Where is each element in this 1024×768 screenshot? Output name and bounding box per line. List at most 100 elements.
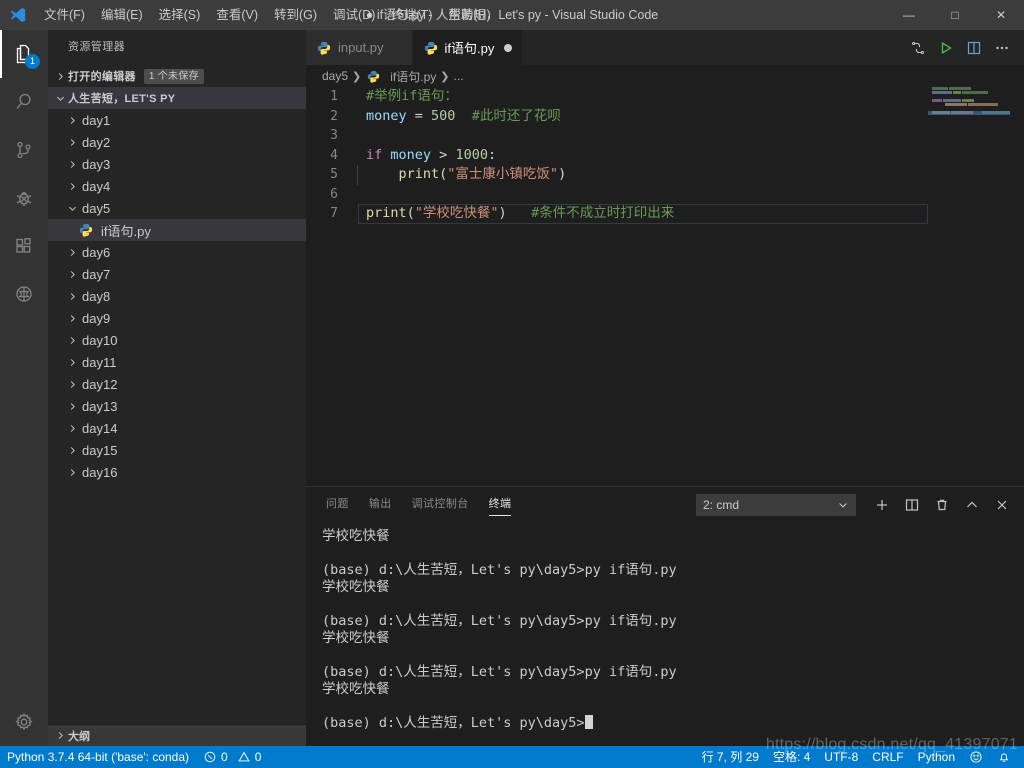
minimap[interactable] [928,87,1010,486]
tree-folder-row[interactable]: day14 [48,417,306,439]
breadcrumb-item-file[interactable]: if语句.py [365,68,436,85]
status-problems[interactable]: 0 0 [196,746,268,768]
kill-terminal-icon[interactable] [928,491,956,519]
tree-folder-row[interactable]: day9 [48,307,306,329]
code-line[interactable]: 4 if money > 1000: [306,146,1024,166]
run-play-icon[interactable] [932,30,960,65]
tree-folder-row[interactable]: day1 [48,109,306,131]
tree-folder-row[interactable]: day11 [48,351,306,373]
maximize-button[interactable]: □ [932,0,978,30]
terminal-selector[interactable]: 2: cmd [696,493,856,516]
terminal-output[interactable]: 学校吃快餐 (base) d:\人生苦短，Let's py\day5>py if语… [306,522,1024,746]
tabs-filler [523,30,904,65]
chevron-right-icon [64,398,80,414]
chevron-right-icon [64,288,80,304]
menu-goto[interactable]: 转到(G) [266,0,325,30]
menu-debug[interactable]: 调试(D) [325,0,383,30]
status-language-mode[interactable]: Python [911,746,962,768]
section-workspace[interactable]: 人生苦短，LET'S PY [48,87,306,109]
activity-item-source-control[interactable] [0,126,48,174]
explorer-tree-container[interactable]: 打开的编辑器 1 个未保存 人生苦短，LET'S PY day1 day2 day3… [48,65,306,724]
code-editor[interactable]: 1 #举例if语句： 2 money = 500 #此时还了花呗 3 4 if money … [306,87,1024,486]
tree-file-row[interactable]: if语句.py [48,219,306,241]
minimap-line [928,103,1010,106]
bell-icon [997,750,1011,764]
tree-item-label: day13 [82,398,118,414]
code-line[interactable]: 1 #举例if语句： [306,87,1024,107]
minimize-button[interactable]: — [886,0,932,30]
tree-folder-row[interactable]: day12 [48,373,306,395]
status-feedback[interactable] [962,746,990,768]
close-panel-icon[interactable] [988,491,1016,519]
code-line[interactable]: 2 money = 500 #此时还了花呗 [306,107,1024,127]
activity-item-debug[interactable] [0,174,48,222]
code-content[interactable]: 1 #举例if语句： 2 money = 500 #此时还了花呗 3 4 if money … [306,87,1024,224]
tree-folder-row[interactable]: day4 [48,175,306,197]
section-outline[interactable]: 大纲 [48,724,306,746]
tree-folder-row[interactable]: day2 [48,131,306,153]
activity-item-extensions[interactable] [0,222,48,270]
menu-selection[interactable]: 选择(S) [151,0,209,30]
tree-folder-row[interactable]: day8 [48,285,306,307]
editor-vertical-scrollbar[interactable] [1010,87,1024,486]
activity-item-remote[interactable] [0,270,48,318]
breadcrumb-item-symbols[interactable]: ... [453,69,463,83]
split-editor-icon[interactable] [960,30,988,65]
panel-tab[interactable]: 输出 [369,487,392,522]
code-line[interactable]: 3 [306,126,1024,146]
menu-view[interactable]: 查看(V) [208,0,266,30]
source-control-icon [12,138,36,162]
chevron-down-icon [837,499,849,511]
split-terminal-icon[interactable] [898,491,926,519]
code-token: "富士康小镇吃饭" [447,166,559,182]
minimap-line [928,107,1010,110]
unsaved-count-badge: 1 个未保存 [143,68,204,84]
menu-terminal[interactable]: 终端(T) [383,0,440,30]
code-line[interactable]: 6 [306,185,1024,205]
status-eol[interactable]: CRLF [865,746,910,768]
tree-folder-row[interactable]: day6 [48,241,306,263]
tree-folder-row[interactable]: day13 [48,395,306,417]
status-python-interpreter[interactable]: Python 3.7.4 64-bit ('base': conda) [0,746,196,768]
tree-folder-row[interactable]: day5 [48,197,306,219]
menu-help[interactable]: 帮助(H) [440,0,498,30]
tree-folder-row[interactable]: day3 [48,153,306,175]
chevron-right-icon [64,442,80,458]
code-token: = [406,107,432,124]
tree-item-label: day3 [82,156,111,172]
code-line[interactable]: 7 print("学校吃快餐") #条件不成立时打印出来 [306,204,1024,224]
editor-tab[interactable]: if语句.py [412,30,524,65]
status-encoding[interactable]: UTF-8 [817,746,865,768]
more-actions-icon[interactable] [988,30,1016,65]
close-button[interactable]: ✕ [978,0,1024,30]
activity-item-search[interactable] [0,78,48,126]
panel-tab[interactable]: 问题 [326,487,349,522]
tree-folder-row[interactable]: day16 [48,461,306,483]
menu-bar: 文件(F) 编辑(E) 选择(S) 查看(V) 转到(G) 调试(D) 终端(T) 帮助(H) [36,0,499,30]
tree-folder-row[interactable]: day7 [48,263,306,285]
new-terminal-icon[interactable] [868,491,896,519]
menu-edit[interactable]: 编辑(E) [93,0,151,30]
breadcrumb-item-folder[interactable]: day5 [322,69,348,83]
section-open-editors[interactable]: 打开的编辑器 1 个未保存 [48,65,306,87]
panel-tab[interactable]: 调试控制台 [412,487,469,522]
tree-folder-row[interactable]: day10 [48,329,306,351]
minimap-current-line [928,111,1010,115]
menu-file[interactable]: 文件(F) [36,0,93,30]
editor-tab[interactable]: input.py [306,30,413,65]
code-token: 1000 [455,146,488,163]
tab-dirty-dot-icon[interactable] [504,43,513,52]
sidebar-explorer: 资源管理器 打开的编辑器 1 个未保存 人生苦短，LET'S PY day1 da… [48,30,306,746]
code-token: #此时还了花呗 [471,107,561,124]
status-cursor-position[interactable]: 行 7, 列 29 [695,746,766,768]
error-icon [203,750,217,764]
activity-item-explorer[interactable]: 1 [0,30,48,78]
status-indentation[interactable]: 空格: 4 [766,746,817,768]
maximize-panel-icon[interactable] [958,491,986,519]
activity-item-settings[interactable] [0,698,48,746]
tree-folder-row[interactable]: day15 [48,439,306,461]
run-python-file-icon[interactable] [904,30,932,65]
panel-tab[interactable]: 终端 [488,487,512,522]
status-notifications[interactable] [990,746,1018,768]
code-line[interactable]: 5 print("富士康小镇吃饭") [306,165,1024,185]
